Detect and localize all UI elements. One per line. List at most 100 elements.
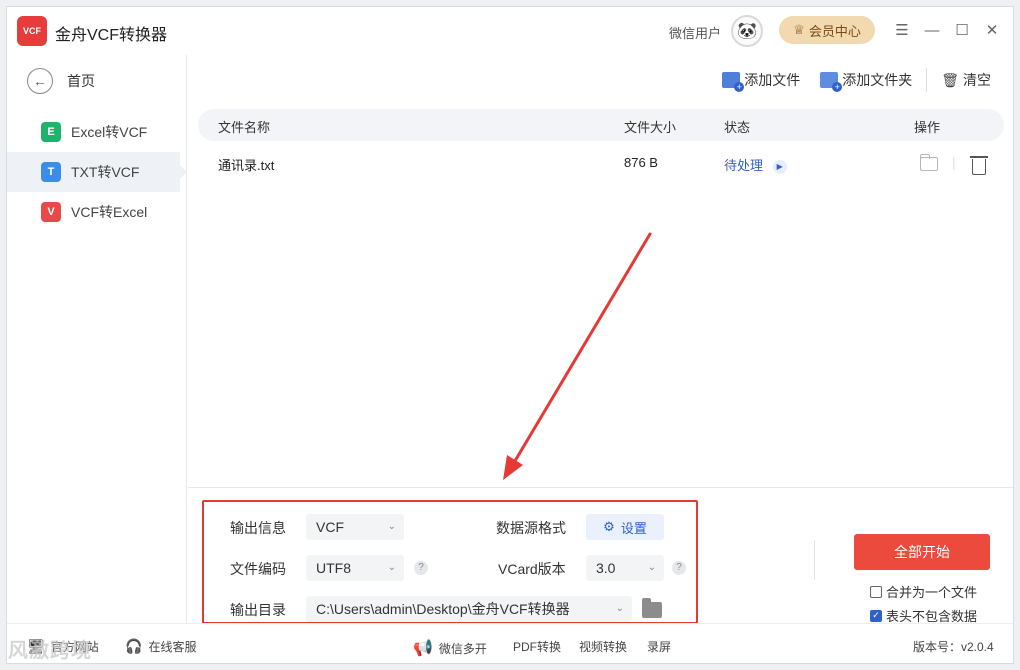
footer-wechat-multi-link[interactable]: 📢 微信多开 <box>413 638 487 658</box>
menu-icon[interactable]: ☰ <box>891 19 913 41</box>
settings-button-label: 设置 <box>620 520 647 536</box>
file-status: 待处理 ▶ <box>724 155 787 174</box>
column-header-size: 文件大小 <box>624 120 677 135</box>
file-size: 876 B <box>624 155 658 170</box>
merge-checkbox[interactable] <box>870 585 882 598</box>
panel-divider <box>814 540 815 580</box>
output-dir-label: 输出目录 <box>230 602 286 618</box>
app-window: VCF 金舟VCF转换器 微信用户 🐼 ♕ 会员中心 ☰ — ☐ ✕ ← 首页 … <box>6 6 1014 664</box>
output-info-select[interactable]: VCF ⌄ <box>306 514 404 540</box>
output-info-value: VCF <box>316 519 344 535</box>
footer-support-link[interactable]: 🎧 在线客服 <box>125 638 196 655</box>
open-folder-button[interactable] <box>920 154 938 171</box>
vcard-version-label: VCard版本 <box>498 561 566 577</box>
version-label: 版本号：v2.0.4 <box>913 638 994 655</box>
footer-record-label: 录屏 <box>647 640 672 654</box>
footer-record-link[interactable]: 录屏 <box>647 638 671 655</box>
chevron-down-icon: ⌄ <box>387 562 396 573</box>
output-dir-value: C:\Users\admin\Desktop\金舟VCF转换器 <box>316 601 570 617</box>
chevron-down-icon: ⌄ <box>647 562 656 573</box>
encoding-label: 文件编码 <box>230 561 286 577</box>
encoding-help-icon[interactable]: ? <box>414 561 428 575</box>
vcard-version-value: 3.0 <box>596 560 616 576</box>
sidebar-home-label: 首页 <box>67 73 95 89</box>
headset-icon: 🎧 <box>125 638 143 654</box>
add-file-icon: + <box>722 72 745 92</box>
sidebar-item-vcf-to-excel[interactable]: V VCF转Excel <box>7 192 180 232</box>
add-folder-button[interactable]: + 添加文件夹 <box>810 70 922 92</box>
crown-icon: ♕ <box>793 22 805 37</box>
sidebar-item-home[interactable]: ← 首页 <box>27 67 95 95</box>
add-file-button[interactable]: + 添加文件 <box>712 70 810 92</box>
app-title: 金舟VCF转换器 <box>55 27 168 44</box>
toolbar-divider <box>926 68 928 92</box>
maximize-icon[interactable]: ☐ <box>951 19 973 41</box>
table-row[interactable]: 通讯录.txt 876 B 待处理 ▶ | <box>198 147 1004 179</box>
folder-icon <box>920 154 938 171</box>
sidebar: ← 首页 E Excel转VCF T TXT转VCF V VCF转Excel <box>7 55 187 623</box>
settings-panel: 输出信息 VCF ⌄ 数据源格式 ⚙ 设置 文件编码 UTF8 ⌄ ? VCar… <box>188 487 1013 624</box>
add-folder-label: 添加文件夹 <box>842 72 913 88</box>
column-header-name: 文件名称 <box>218 120 271 135</box>
sidebar-item-label: TXT转VCF <box>71 164 140 180</box>
sidebar-item-excel-to-vcf[interactable]: E Excel转VCF <box>7 112 180 152</box>
file-name: 通讯录.txt <box>218 158 275 173</box>
source-format-label: 数据源格式 <box>496 520 566 536</box>
app-logo-text: VCF <box>23 26 41 36</box>
source-format-settings-button[interactable]: ⚙ 设置 <box>586 514 664 540</box>
vcard-help-icon[interactable]: ? <box>672 561 686 575</box>
app-logo: VCF <box>17 16 47 46</box>
back-arrow-icon: ← <box>27 68 53 94</box>
file-table-header: 文件名称 文件大小 状态 操作 <box>198 109 1004 141</box>
add-folder-icon: + <box>820 72 843 92</box>
column-header-actions: 操作 <box>914 120 941 135</box>
browse-folder-icon[interactable] <box>642 598 662 618</box>
play-icon[interactable]: ▶ <box>772 159 787 174</box>
footer-support-label: 在线客服 <box>148 640 197 654</box>
sidebar-item-label: VCF转Excel <box>71 204 148 220</box>
column-header-status: 状态 <box>724 120 751 135</box>
output-dir-select[interactable]: C:\Users\admin\Desktop\金舟VCF转换器 ⌄ <box>306 596 632 622</box>
close-icon[interactable]: ✕ <box>981 19 1003 41</box>
footer-wechat-multi-label: 微信多开 <box>438 641 487 656</box>
status-label: 待处理 <box>724 158 764 173</box>
watermark: 风激跨境 <box>8 640 92 662</box>
vip-center-label: 会员中心 <box>808 23 861 39</box>
chevron-down-icon: ⌄ <box>615 603 624 614</box>
user-avatar[interactable]: 🐼 <box>731 15 763 47</box>
start-all-button[interactable]: 全部开始 <box>854 534 990 570</box>
vcard-version-select[interactable]: 3.0 ⌄ <box>586 555 664 581</box>
footer-pdf-link[interactable]: PDF转换 <box>513 638 561 655</box>
merge-checkbox-row[interactable]: 合并为一个文件 <box>870 582 977 601</box>
merge-label: 合并为一个文件 <box>886 585 978 600</box>
megaphone-icon: 📢 <box>413 640 433 657</box>
vip-center-button[interactable]: ♕ 会员中心 <box>779 16 875 44</box>
footer-video-link[interactable]: 视频转换 <box>579 638 627 655</box>
vcf-icon: V <box>41 202 61 222</box>
minimize-icon[interactable]: — <box>921 19 943 41</box>
user-name[interactable]: 微信用户 <box>669 23 721 42</box>
add-file-label: 添加文件 <box>744 72 801 88</box>
action-divider: | <box>952 155 956 170</box>
encoding-value: UTF8 <box>316 560 351 576</box>
footer: 🖥 官方网站 🎧 在线客服 📢 微信多开 PDF转换 视频转换 录屏 版本号：v… <box>7 623 1013 663</box>
version-text: 版本号：v2.0.4 <box>913 640 994 654</box>
active-indicator <box>180 165 187 179</box>
sidebar-item-label: Excel转VCF <box>71 124 148 140</box>
footer-pdf-label: PDF转换 <box>513 640 562 654</box>
encoding-select[interactable]: UTF8 ⌄ <box>306 555 404 581</box>
footer-video-label: 视频转换 <box>579 640 628 654</box>
delete-file-button[interactable] <box>970 156 988 175</box>
gear-icon: ⚙ <box>603 519 615 534</box>
title-bar: VCF 金舟VCF转换器 微信用户 🐼 ♕ 会员中心 ☰ — ☐ ✕ <box>7 7 1013 55</box>
toolbar: + 添加文件 + 添加文件夹 🗑 清空 <box>712 65 1013 95</box>
excel-icon: E <box>41 122 61 142</box>
sidebar-item-txt-to-vcf[interactable]: T TXT转VCF <box>7 152 187 192</box>
clear-label: 清空 <box>963 72 991 88</box>
txt-icon: T <box>41 162 61 182</box>
delete-icon <box>970 156 988 175</box>
clear-button[interactable]: 🗑 清空 <box>931 70 1013 90</box>
no-header-checkbox[interactable]: ✓ <box>870 609 882 622</box>
output-info-label: 输出信息 <box>230 520 286 536</box>
chevron-down-icon: ⌄ <box>387 521 396 532</box>
